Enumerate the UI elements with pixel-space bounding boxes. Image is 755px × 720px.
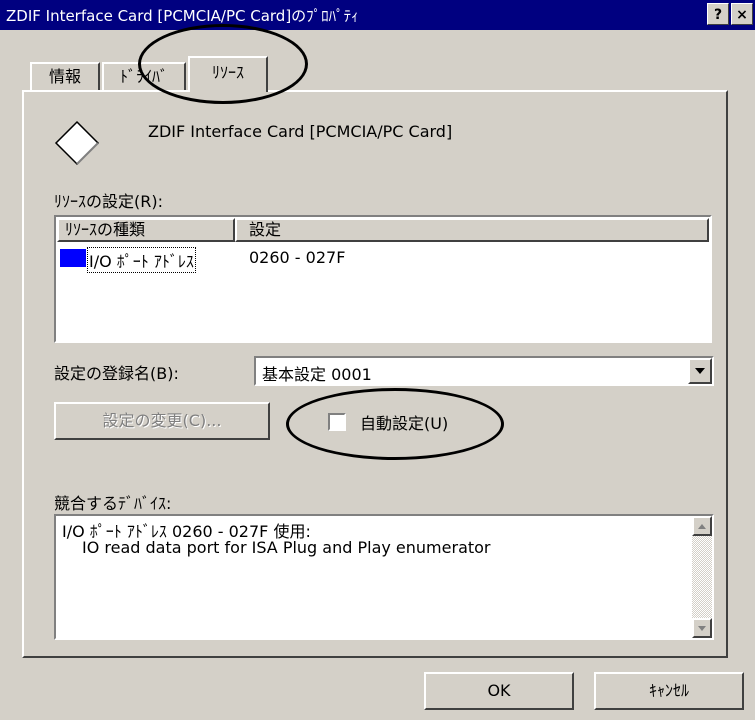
auto-settings-checkbox[interactable] (328, 413, 346, 431)
conflicting-devices-label: 競合するﾃﾞﾊﾞｲｽ: (54, 494, 172, 513)
tab-driver-label: ﾄﾞﾗｲﾊﾞ (119, 67, 168, 86)
chevron-down-icon (695, 368, 705, 374)
scroll-up-button[interactable] (692, 516, 712, 536)
tab-resources[interactable]: ﾘｿｰｽ (188, 56, 268, 92)
resource-type-cell: I/O ﾎﾟｰﾄ ｱﾄﾞﾚｽ (87, 247, 196, 273)
help-button[interactable]: ? (707, 3, 729, 25)
arrow-down-icon (698, 626, 706, 631)
ok-button[interactable]: OK (424, 672, 574, 710)
config-select-value: 基本設定 0001 (262, 365, 372, 384)
table-row[interactable]: I/O ﾎﾟｰﾄ ｱﾄﾞﾚｽ 0260 - 027F (57, 245, 707, 273)
io-port-icon (60, 249, 86, 267)
tab-resources-label: ﾘｿｰｽ (211, 63, 244, 82)
auto-settings-label[interactable]: 自動設定(U) (360, 410, 448, 434)
device-name: ZDIF Interface Card [PCMCIA/PC Card] (148, 122, 453, 141)
dropdown-button[interactable] (688, 358, 712, 384)
conflict-line-2: IO read data port for ISA Plug and Play … (82, 538, 491, 557)
close-button[interactable]: × (731, 3, 753, 25)
arrow-up-icon (698, 524, 706, 529)
column-header-setting[interactable]: 設定 (235, 218, 709, 242)
vertical-scrollbar[interactable] (692, 516, 712, 638)
config-name-label: 設定の登録名(B): (54, 364, 179, 383)
scroll-down-button[interactable] (692, 618, 712, 638)
tab-info[interactable]: 情報 (30, 62, 100, 90)
tab-info-label: 情報 (48, 67, 81, 86)
column-header-type[interactable]: ﾘｿｰｽの種類 (57, 218, 235, 242)
change-settings-button[interactable]: 設定の変更(C)... (54, 402, 270, 440)
column-header-setting-label: 設定 (249, 220, 282, 239)
resource-settings-label: ﾘｿｰｽの設定(R): (54, 192, 163, 211)
tab-driver[interactable]: ﾄﾞﾗｲﾊﾞ (102, 62, 186, 90)
cancel-button[interactable]: ｷｬﾝｾﾙ (594, 672, 744, 710)
title-bar: ZDIF Interface Card [PCMCIA/PC Card]のﾌﾟﾛ… (0, 0, 755, 30)
resource-setting-cell: 0260 - 027F (249, 248, 346, 267)
column-header-type-label: ﾘｿｰｽの種類 (65, 220, 146, 239)
conflict-textbox[interactable]: I/O ﾎﾟｰﾄ ｱﾄﾞﾚｽ 0260 - 027F 使用: IO read d… (54, 514, 714, 640)
config-select[interactable]: 基本設定 0001 (254, 356, 714, 386)
window-title: ZDIF Interface Card [PCMCIA/PC Card]のﾌﾟﾛ… (6, 7, 359, 25)
device-diamond-icon (54, 120, 100, 166)
